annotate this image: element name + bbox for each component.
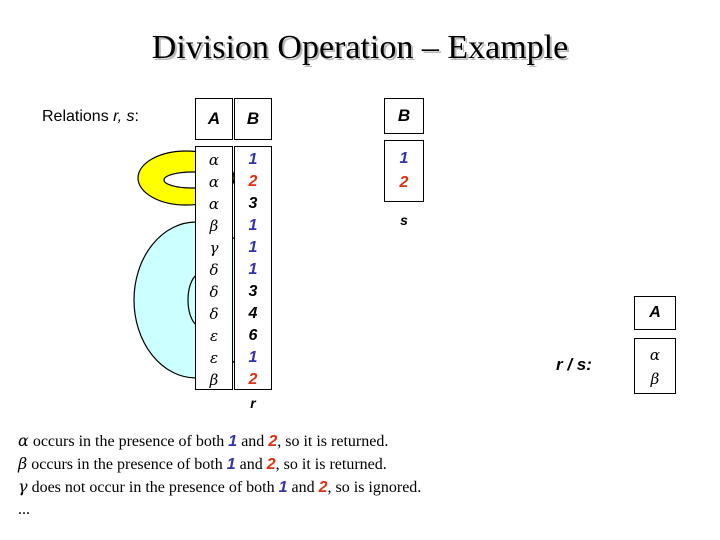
result-label: r / s: [556,355,592,374]
relation-r-caption: r [250,395,256,411]
table-row: β [209,371,219,389]
table-row: ε [209,349,219,367]
table-row: α [208,173,220,191]
relation-r-column-a: α α α β γ δ δ δ ε ε β [195,146,233,390]
explanation-text: , so it is returned. [277,433,389,450]
table-row: δ [209,305,219,323]
explanation-text: and [235,456,267,473]
table-row: γ [209,239,219,257]
relations-label-text: Relations [42,108,114,125]
table-row: ε [209,327,219,345]
table-row: α [208,151,220,169]
table-row: α [208,195,220,213]
table-row: δ [209,261,219,279]
table-row: 2 [399,174,409,191]
relation-r-header-b: B [234,98,272,140]
explanation-line: γ does not occur in the presence of both… [18,476,708,499]
explanation-text: does not occur in the presence of both [27,479,279,496]
table-row: 1 [248,239,258,256]
explanation-line: β occurs in the presence of both 1 and 2… [18,453,708,476]
table-row: δ [209,283,219,301]
explanation-greek: γ [18,477,28,496]
table-row: β [650,370,660,388]
relation-r-header-a: A [195,98,233,140]
relation-r-header-a-label: A [207,109,221,128]
relation-s-header-b: B [384,98,424,134]
table-row: 4 [248,305,258,322]
table-row: 1 [248,349,258,366]
relation-s-column-b: 1 2 [384,140,424,202]
relation-r-header-b-label: B [246,109,260,128]
explanation-number: 2 [268,433,278,450]
explanation-number: 1 [278,479,288,496]
relations-label-colon: : [134,108,139,125]
explanation-line: α occurs in the presence of both 1 and 2… [18,430,708,453]
table-row: 2 [248,173,258,190]
result-header-a-label: A [649,304,661,321]
relation-s-caption: s [400,212,408,228]
explanation-text: occurs in the presence of both [28,433,229,450]
table-row: 6 [248,327,258,344]
explanation-number: 1 [228,433,238,450]
explanation-text: , so is ignored. [327,479,422,496]
table-row: 1 [399,150,409,167]
explanation-ellipsis: ... [18,501,30,518]
table-row: α [649,346,661,364]
relation-s-header-b-label: B [397,106,411,125]
result-header-a: A [634,296,676,330]
explanation-number: 2 [266,456,276,473]
table-row: 1 [248,151,258,168]
result-column-a: α β [634,338,676,394]
table-row: 3 [248,283,258,300]
explanation-block: α occurs in the presence of both 1 and 2… [18,430,708,521]
table-row: 1 [248,217,258,234]
explanation-text: and [287,479,319,496]
table-row: 2 [248,371,258,388]
table-row: 1 [248,261,258,278]
explanation-greek: α [18,431,29,450]
explanation-number: 1 [226,456,236,473]
explanation-text: , so it is returned. [275,456,387,473]
relation-r-column-b: 1 2 3 1 1 1 3 4 6 1 2 [234,146,272,390]
explanation-number: 2 [318,479,328,496]
table-row: 3 [248,195,258,212]
table-row: β [209,217,219,235]
explanation-greek: β [18,454,28,473]
explanation-text: occurs in the presence of both [27,456,227,473]
explanation-text: and [237,433,269,450]
relations-label: Relations r, s: [42,108,139,126]
page-title: Division Operation – Example [151,29,569,66]
relations-label-symbols: r, s [113,108,135,125]
